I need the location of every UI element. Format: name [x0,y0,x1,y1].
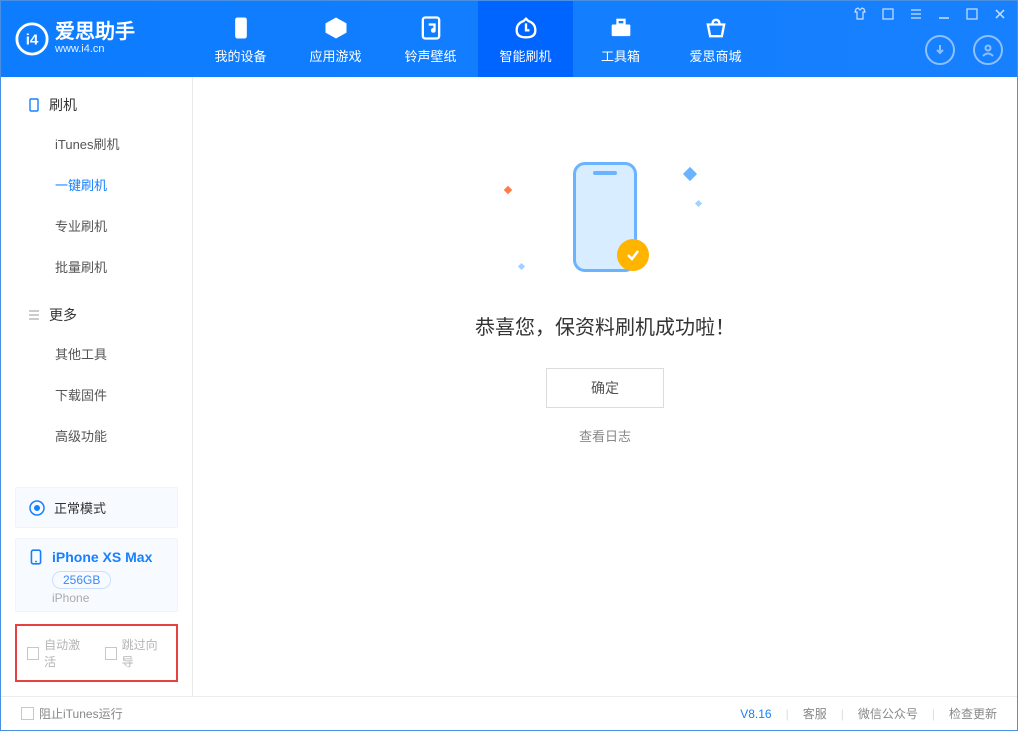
tab-toolbox[interactable]: 工具箱 [573,1,668,77]
device-name: iPhone XS Max [52,549,152,565]
device-card[interactable]: iPhone XS Max 256GB iPhone [15,538,178,612]
options-box: 自动激活 跳过向导 [15,624,178,682]
sidebar: 刷机 iTunes刷机 一键刷机 专业刷机 批量刷机 更多 其他工具 下载固件 … [1,77,193,696]
sidebar-item-itunes-flash[interactable]: iTunes刷机 [1,123,192,164]
title-bar: i4 爱思助手 www.i4.cn 我的设备 应用游戏 铃声壁纸 智能刷机 工具… [1,1,1017,77]
sidebar-item-pro-flash[interactable]: 专业刷机 [1,205,192,246]
main-content: 恭喜您，保资料刷机成功啦！ 确定 查看日志 [193,77,1017,696]
tab-ringtones-wallpaper[interactable]: 铃声壁纸 [383,1,478,77]
tab-smart-flash[interactable]: 智能刷机 [478,1,573,77]
shirt-icon[interactable] [853,7,867,21]
success-message: 恭喜您，保资料刷机成功啦！ [475,311,735,340]
svg-text:i4: i4 [26,32,39,49]
wechat-link[interactable]: 微信公众号 [858,705,918,722]
list-icon[interactable] [909,7,923,21]
device-type: iPhone [52,591,165,605]
success-illustration [505,157,705,277]
confirm-button[interactable]: 确定 [546,368,664,408]
menu-icon[interactable] [881,7,895,21]
sidebar-item-download-firmware[interactable]: 下载固件 [1,374,192,415]
download-button[interactable] [925,35,955,65]
tab-apps-games[interactable]: 应用游戏 [288,1,383,77]
app-logo: i4 爱思助手 www.i4.cn [1,1,193,77]
app-name: 爱思助手 [55,22,135,42]
minimize-button[interactable] [937,7,951,21]
sidebar-group-flash: 刷机 [1,77,192,123]
sidebar-item-advanced[interactable]: 高级功能 [1,415,192,456]
phone-icon [28,549,44,565]
sidebar-item-batch-flash[interactable]: 批量刷机 [1,246,192,287]
sidebar-group-more: 更多 [1,287,192,333]
maximize-button[interactable] [965,7,979,21]
tab-store[interactable]: 爱思商城 [668,1,763,77]
checkbox-icon [21,707,34,720]
checkbox-icon [27,647,39,660]
close-button[interactable] [993,7,1007,21]
check-update-link[interactable]: 检查更新 [949,705,997,722]
device-icon [27,98,41,112]
app-url: www.i4.cn [55,42,135,56]
capacity-badge: 256GB [52,571,111,589]
checkbox-skip-guide[interactable]: 跳过向导 [105,636,167,670]
header-circle-buttons [925,35,1003,65]
more-icon [27,308,41,322]
checkbox-auto-activate[interactable]: 自动激活 [27,636,89,670]
tab-my-device[interactable]: 我的设备 [193,1,288,77]
body: 刷机 iTunes刷机 一键刷机 专业刷机 批量刷机 更多 其他工具 下载固件 … [1,77,1017,696]
main-tabs: 我的设备 应用游戏 铃声壁纸 智能刷机 工具箱 爱思商城 [193,1,763,77]
version-label: V8.16 [740,707,771,721]
user-button[interactable] [973,35,1003,65]
window-controls [853,7,1007,21]
sidebar-item-oneclick-flash[interactable]: 一键刷机 [1,164,192,205]
support-link[interactable]: 客服 [803,705,827,722]
mode-label: 正常模式 [54,498,106,517]
mode-status-card[interactable]: 正常模式 [15,487,178,528]
checkbox-icon [105,647,117,660]
logo-icon: i4 [15,22,49,56]
view-log-link[interactable]: 查看日志 [579,426,631,445]
status-icon [28,499,46,517]
checkbox-block-itunes[interactable]: 阻止iTunes运行 [21,705,123,722]
sidebar-item-other-tools[interactable]: 其他工具 [1,333,192,374]
status-bar: 阻止iTunes运行 V8.16 | 客服 | 微信公众号 | 检查更新 [1,696,1017,730]
check-badge-icon [617,239,649,271]
